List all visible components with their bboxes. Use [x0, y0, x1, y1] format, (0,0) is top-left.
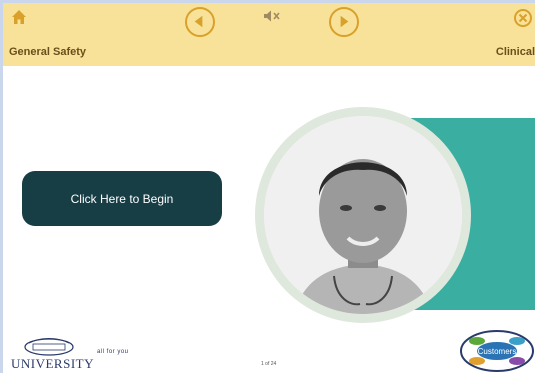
health-system-logo [24, 338, 74, 356]
next-button[interactable] [329, 7, 359, 37]
home-icon[interactable] [11, 9, 27, 25]
portrait-photo [264, 116, 462, 314]
tagline: all for you [97, 349, 129, 355]
previous-button[interactable] [185, 7, 215, 37]
close-icon[interactable] [513, 8, 533, 28]
next-icon [340, 15, 349, 28]
customers-logo: Customers [459, 329, 535, 373]
begin-button[interactable]: Click Here to Begin [22, 171, 222, 226]
top-bar: General Safety Clinical [3, 3, 535, 66]
course-player: General Safety Clinical Click Here to Be… [3, 3, 535, 373]
previous-icon [194, 15, 203, 28]
mute-icon[interactable] [263, 9, 281, 23]
portrait-frame [255, 107, 471, 323]
customers-text: Customers [478, 347, 517, 356]
university-label: UNIVERSITY [11, 356, 94, 371]
course-title: General Safety [9, 46, 87, 58]
page-indicator: 1 of 24 [261, 361, 277, 367]
section-title: Clinical [495, 46, 535, 58]
